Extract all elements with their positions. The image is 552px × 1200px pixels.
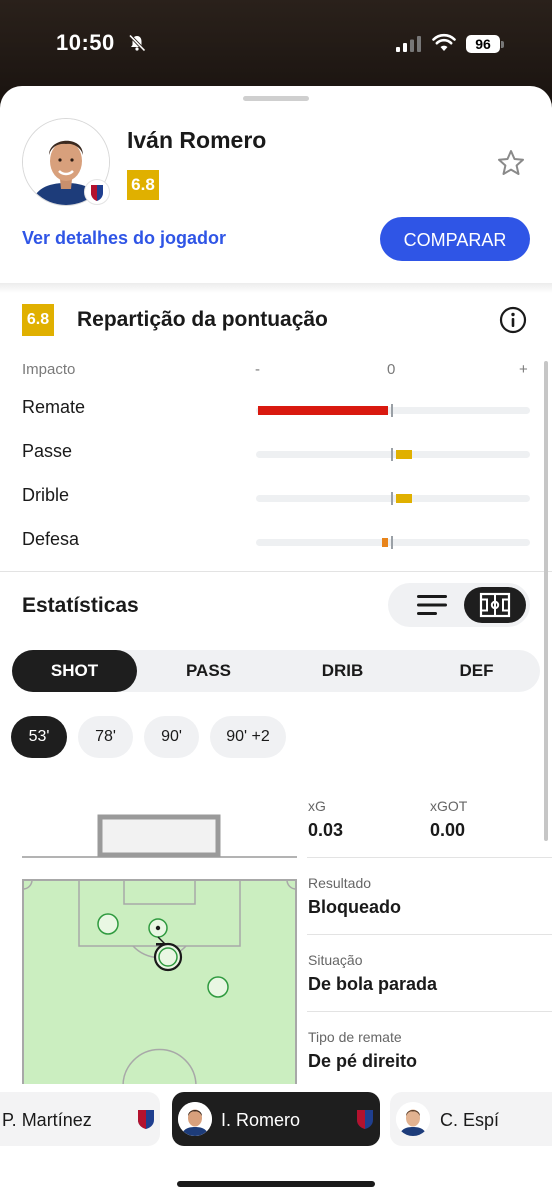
bell-muted-icon xyxy=(128,34,146,52)
impact-bar xyxy=(396,450,412,459)
header-divider xyxy=(0,283,552,293)
impact-track xyxy=(256,495,530,502)
player-photo-icon xyxy=(178,1102,212,1136)
tab-def[interactable]: DEF xyxy=(414,650,539,692)
impact-zero-tick xyxy=(391,536,393,549)
breakdown-rating-badge: 6.8 xyxy=(22,304,54,336)
impact-zero-tick xyxy=(391,492,393,505)
xgot-label: xGOT xyxy=(430,798,468,814)
player-details-link[interactable]: Ver detalhes do jogador xyxy=(22,228,226,249)
stat-divider xyxy=(307,1011,552,1012)
breakdown-row-defesa: Defesa xyxy=(0,525,552,555)
result-value: Bloqueado xyxy=(308,897,401,917)
minute-chip[interactable]: 78' xyxy=(78,716,133,758)
goal-frame xyxy=(22,814,297,858)
section-divider xyxy=(0,571,552,572)
stats-title: Estatísticas xyxy=(22,594,139,617)
info-icon[interactable] xyxy=(499,306,527,334)
shot-type-label: Tipo de remate xyxy=(308,1029,402,1045)
tab-pass[interactable]: PASS xyxy=(146,650,271,692)
shot-map-pitch xyxy=(22,879,297,1087)
result-label: Resultado xyxy=(308,875,372,891)
axis-zero-label: 0 xyxy=(387,361,396,378)
pitch-icon xyxy=(479,592,511,618)
view-toggle xyxy=(388,583,530,627)
player-chip-current[interactable]: I. Romero xyxy=(172,1092,380,1146)
player-chip-name: P. Martínez xyxy=(2,1110,92,1130)
breakdown-row-passe: Passe xyxy=(0,437,552,467)
axis-plus-label: + xyxy=(519,361,528,378)
player-chip-avatar xyxy=(396,1102,430,1136)
tab-shot[interactable]: SHOT xyxy=(12,650,137,692)
minute-chip[interactable]: 90' xyxy=(144,716,199,758)
status-bar: 10:50 96 xyxy=(0,0,552,90)
player-name: Iván Romero xyxy=(127,127,267,153)
list-view-button[interactable] xyxy=(398,587,458,623)
player-photo-icon xyxy=(396,1102,430,1136)
breakdown-title: Repartição da pontuação xyxy=(77,308,328,331)
shot-marker[interactable] xyxy=(207,976,229,998)
minute-chip[interactable]: 53' xyxy=(11,716,67,758)
impact-bar xyxy=(381,538,388,547)
situation-value: De bola parada xyxy=(308,974,438,994)
impact-bar xyxy=(258,406,388,415)
wifi-icon xyxy=(432,33,456,51)
stat-divider xyxy=(307,857,552,858)
player-chip-name: C. Espí xyxy=(440,1110,500,1130)
player-chip-name: I. Romero xyxy=(221,1110,301,1130)
impact-label: Impacto xyxy=(22,361,76,378)
impact-bar xyxy=(396,494,412,503)
club-crest-icon xyxy=(84,179,110,205)
player-switcher: P. Martínez I. Romero C. Espí xyxy=(0,1084,552,1154)
xgot-value: 0.00 xyxy=(430,820,466,840)
club-crest-icon xyxy=(357,1110,373,1129)
shot-marker[interactable] xyxy=(97,913,119,935)
stat-divider xyxy=(307,934,552,935)
player-sheet: Iván Romero 6.8 Ver detalhes do jogador … xyxy=(0,86,552,1200)
favorite-star-icon[interactable] xyxy=(496,148,526,178)
breakdown-row-label: Defesa xyxy=(22,529,80,549)
home-indicator xyxy=(177,1181,375,1187)
cellular-signal-icon xyxy=(396,36,421,52)
breakdown-row-label: Remate xyxy=(22,397,86,417)
pitch-view-button[interactable] xyxy=(464,587,526,623)
impact-zero-tick xyxy=(391,404,393,417)
shot-type-value: De pé direito xyxy=(308,1051,418,1071)
selected-shot-inner xyxy=(158,947,178,967)
impact-track xyxy=(256,451,530,458)
player-chip-next[interactable]: C. Espí xyxy=(390,1092,552,1146)
compare-button[interactable]: COMPARAR xyxy=(380,217,530,261)
player-chip-avatar xyxy=(178,1102,212,1136)
battery-tip xyxy=(501,41,504,48)
scrollbar[interactable] xyxy=(544,361,548,841)
xg-label: xG xyxy=(308,798,326,814)
club-crest-icon xyxy=(138,1110,154,1129)
breakdown-row-remate: Remate xyxy=(0,393,552,423)
breakdown-row-label: Drible xyxy=(22,485,70,505)
xg-value: 0.03 xyxy=(308,820,344,840)
breakdown-row-drible: Drible xyxy=(0,481,552,511)
situation-label: Situação xyxy=(308,952,363,968)
battery-indicator: 96 xyxy=(466,35,500,53)
axis-minus-label: - xyxy=(255,361,260,378)
impact-zero-tick xyxy=(391,448,393,461)
sheet-grabber[interactable] xyxy=(243,96,309,101)
minute-chip[interactable]: 90' +2 xyxy=(210,716,286,758)
impact-track xyxy=(256,539,530,546)
shot-marker-dot xyxy=(155,925,161,931)
list-lines-icon xyxy=(417,595,447,615)
player-rating-badge: 6.8 xyxy=(127,170,159,200)
status-time: 10:50 xyxy=(56,30,115,55)
breakdown-row-label: Passe xyxy=(22,441,73,461)
tab-drib[interactable]: DRIB xyxy=(280,650,405,692)
stats-tabs: SHOT PASS DRIB DEF xyxy=(12,650,540,692)
player-chip-prev[interactable]: P. Martínez xyxy=(0,1092,160,1146)
